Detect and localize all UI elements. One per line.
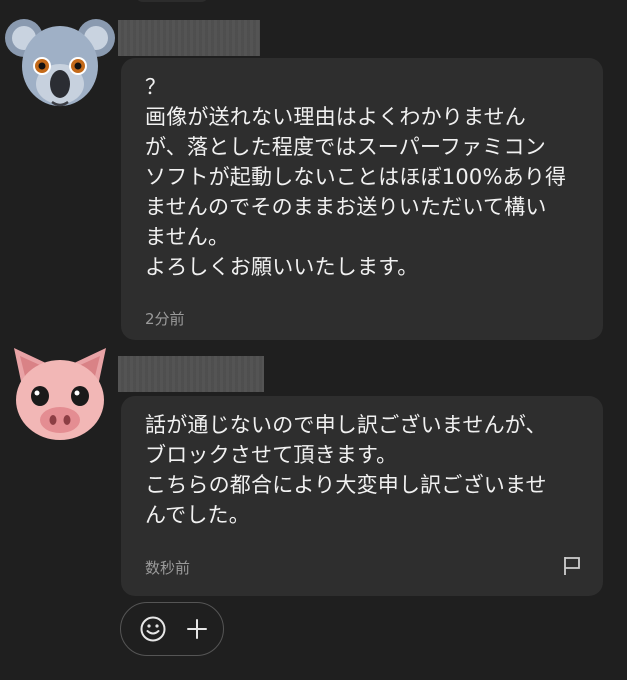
message-bubble: 話が通じないので申し訳ございませんが、 ブロックさせて頂きます。 こちらの都合に… — [121, 396, 603, 596]
sender-name-redacted — [118, 356, 264, 392]
flag-icon[interactable] — [561, 555, 583, 577]
message-timestamp: 2分前 — [145, 310, 185, 328]
previous-element-edge — [135, 0, 209, 2]
sender-name-redacted — [118, 20, 260, 56]
koala-avatar-icon[interactable] — [4, 6, 116, 118]
message-text: 話が通じないので申し訳ございませんが、 ブロックさせて頂きます。 こちらの都合に… — [145, 413, 547, 527]
reaction-action-bar — [120, 602, 224, 656]
message-bubble: ？ 画像が送れない理由はよくわかりません が、落とした程度ではスーパーファミコン… — [121, 58, 603, 340]
plus-icon[interactable] — [183, 615, 211, 643]
message-text: ？ 画像が送れない理由はよくわかりません が、落とした程度ではスーパーファミコン… — [145, 75, 567, 279]
message-timestamp: 数秒前 — [145, 559, 191, 577]
pig-avatar-icon[interactable] — [4, 334, 116, 446]
smiley-icon[interactable] — [139, 615, 167, 643]
